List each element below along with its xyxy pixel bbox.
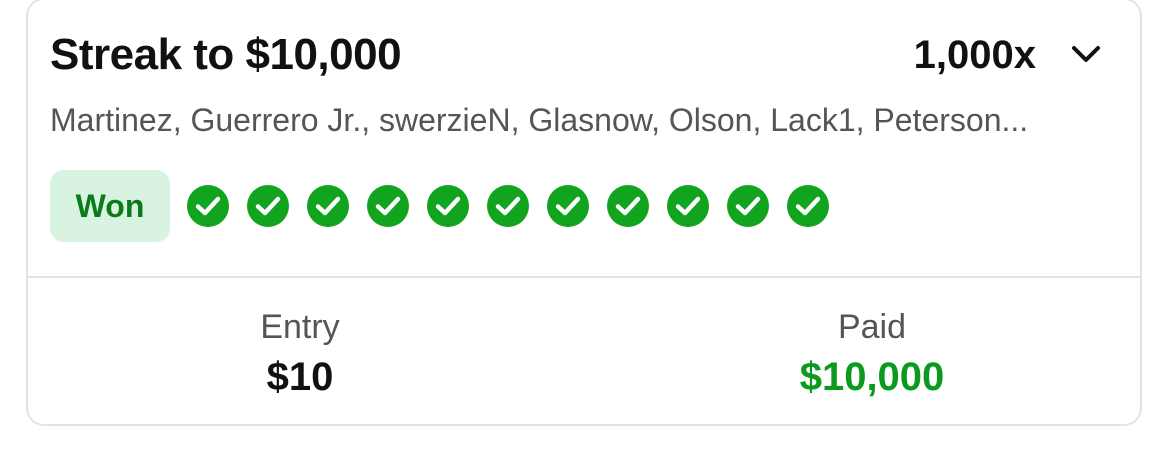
leg-won-check-icon [247, 185, 289, 227]
entry-stat: Entry $10 [150, 308, 450, 400]
leg-won-check-icon [547, 185, 589, 227]
entry-label: Entry [260, 308, 340, 346]
paid-label: Paid [837, 308, 907, 346]
leg-won-check-icon [187, 185, 229, 227]
leg-won-check-icon [307, 185, 349, 227]
leg-won-check-icon [367, 185, 409, 227]
player-list: Martinez, Guerrero Jr., swerzieN, Glasno… [50, 102, 1029, 138]
paid-stat: Paid $10,000 [722, 308, 1022, 400]
bet-title: Streak to $10,000 [50, 30, 402, 79]
leg-won-check-icon [607, 185, 649, 227]
divider [28, 276, 1140, 278]
leg-won-check-icon [667, 185, 709, 227]
leg-won-check-icon [487, 185, 529, 227]
entry-value: $10 [266, 355, 334, 399]
status-badge: Won [50, 170, 170, 242]
leg-won-check-icon [727, 185, 769, 227]
payout-multiplier: 1,000x [913, 33, 1036, 77]
leg-results [186, 184, 830, 228]
leg-won-check-icon [427, 185, 469, 227]
chevron-down-icon[interactable] [1070, 42, 1102, 66]
bet-card[interactable]: Streak to $10,000 1,000x Martinez, Guerr… [26, 0, 1142, 426]
paid-value: $10,000 [799, 355, 945, 399]
leg-won-check-icon [787, 185, 829, 227]
